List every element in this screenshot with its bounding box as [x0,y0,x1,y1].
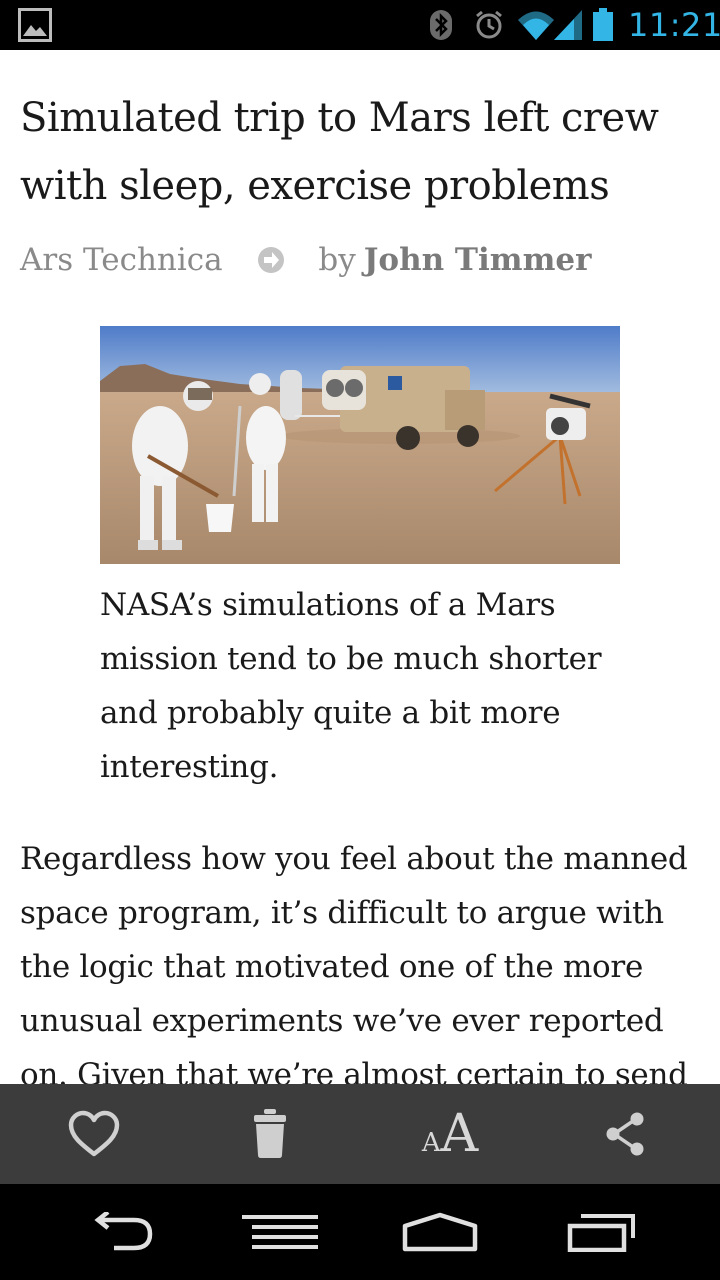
heart-icon [68,1110,120,1157]
article-view[interactable]: Simulated trip to Mars left crew with sl… [0,50,720,1084]
font-size-button[interactable]: AA [400,1084,500,1184]
home-button[interactable] [370,1184,510,1280]
recent-apps-icon [567,1214,635,1252]
trash-icon [254,1109,286,1158]
status-clock: 11:21 [628,6,720,44]
recent-apps-button[interactable] [532,1184,672,1280]
article-source[interactable]: Ars Technica [20,238,223,282]
article-action-bar: AA [0,1084,720,1184]
article-body: Regardless how you feel about the manned… [20,841,688,1084]
article-author[interactable]: John Timmer [364,238,592,282]
home-icon [402,1212,478,1252]
wifi-icon [518,11,554,40]
alarm-icon [476,10,502,39]
article-photo[interactable] [100,326,620,564]
system-nav-bar [0,1184,720,1280]
image-notification-icon [18,8,52,42]
bluetooth-icon [430,10,452,40]
status-bar: 11:21 [0,0,720,50]
back-button[interactable] [50,1184,190,1280]
share-button[interactable] [575,1084,675,1184]
arrow-right-icon [257,247,284,273]
author-prefix: by [318,242,356,278]
menu-icon [242,1215,318,1249]
back-icon [94,1212,153,1251]
share-icon [606,1112,644,1156]
like-button[interactable] [44,1084,144,1184]
menu-button[interactable] [210,1184,350,1280]
article-byline: Ars Technica by John Timmer [20,238,591,282]
signal-icon [554,10,582,40]
delete-button[interactable] [220,1084,320,1184]
font-size-icon: AA [421,1104,479,1164]
article-title: Simulated trip to Mars left crew with sl… [20,95,659,209]
image-caption: NASA’s simulations of a Mars mission ten… [100,587,602,785]
battery-icon [593,8,613,41]
